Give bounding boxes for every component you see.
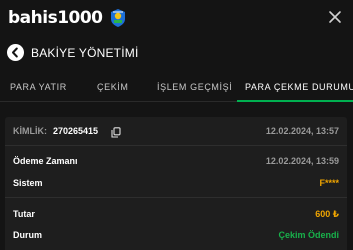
page-title: BAKİYE YÖNETİMİ	[31, 46, 139, 60]
amount-label: Tutar	[13, 209, 35, 219]
card-divider	[5, 197, 347, 198]
page-header: BAKİYE YÖNETİMİ	[0, 40, 353, 66]
system-value: F****	[319, 178, 339, 188]
brand-logo[interactable]: bahis1000	[8, 8, 126, 28]
record-id-value[interactable]: 270265415	[53, 126, 98, 136]
brand-logo-text: bahis1000	[8, 8, 103, 28]
tab-transaction-history[interactable]: İŞLEM GEÇMİŞİ	[157, 82, 232, 92]
system-label: Sistem	[13, 178, 43, 188]
back-arrow-icon[interactable]	[7, 44, 24, 61]
copy-icon[interactable]	[111, 125, 121, 138]
withdrawal-record-card: KİMLİK: 270265415 12.02.2024, 13:57 Ödem…	[5, 117, 347, 250]
tab-withdrawal-status[interactable]: PARA ÇEKME DURUMU	[245, 82, 353, 92]
status-label: Durum	[13, 230, 42, 240]
record-created-at: 12.02.2024, 13:57	[265, 126, 339, 136]
tab-withdraw[interactable]: ÇEKİM	[97, 82, 129, 92]
amount-value: 600 ₺	[315, 209, 339, 219]
tab-bar: PARA YATIR ÇEKİM İŞLEM GEÇMİŞİ PARA ÇEKM…	[0, 74, 353, 102]
mascot-badge-icon	[110, 9, 126, 27]
card-divider	[5, 145, 347, 146]
top-bar: bahis1000	[0, 0, 353, 38]
active-tab-indicator	[237, 100, 353, 102]
close-icon[interactable]	[325, 7, 345, 27]
status-badge: Çekim Ödendi	[278, 230, 339, 240]
record-id-label: KİMLİK:	[13, 126, 47, 136]
tab-deposit[interactable]: PARA YATIR	[10, 82, 67, 92]
payment-time-label: Ödeme Zamanı	[13, 156, 78, 166]
payment-time-value: 12.02.2024, 13:59	[265, 156, 339, 166]
